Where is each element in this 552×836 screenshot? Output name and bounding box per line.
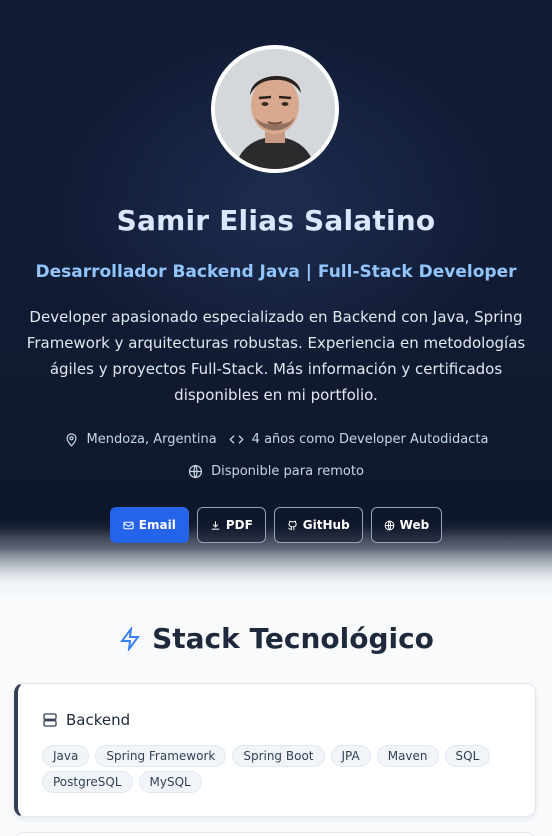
profile-bio: Developer apasionado especializado en Ba…	[26, 308, 526, 404]
map-pin-icon	[66, 433, 77, 447]
backend-tags: Java Spring Framework Spring Boot JPA Ma…	[42, 745, 512, 793]
globe-icon	[384, 519, 395, 531]
location-item: Mendoza, Argentina	[64, 432, 217, 447]
contact-buttons: Email PDF GitHub Web	[0, 507, 552, 543]
meta-row-1: Mendoza, Argentina 4 años como Developer…	[0, 432, 552, 447]
tag-jpa: JPA	[330, 745, 371, 767]
mail-icon	[123, 521, 134, 529]
email-button[interactable]: Email	[109, 507, 189, 543]
web-button[interactable]: Web	[370, 507, 443, 543]
profile-role: Desarrollador Backend Java | Full-Stack …	[35, 262, 517, 282]
tag-postgresql: PostgreSQL	[42, 771, 133, 793]
backend-card-header: Backend	[42, 711, 130, 729]
stack-section-title: Stack Tecnológico	[0, 622, 552, 655]
profile-name: Samir Elias Salatino	[116, 204, 436, 237]
github-button[interactable]: GitHub	[273, 507, 363, 543]
zap-icon	[120, 626, 141, 651]
email-button-label: Email	[138, 518, 176, 532]
experience-text: 4 años como Developer Autodidacta	[251, 432, 489, 447]
stack-title-text: Stack Tecnológico	[152, 622, 434, 655]
web-button-label: Web	[399, 518, 430, 532]
next-card-edge	[14, 832, 536, 836]
pdf-button-label: PDF	[225, 518, 253, 532]
code-icon	[229, 435, 244, 444]
tag-java: Java	[42, 745, 90, 767]
avatar	[211, 45, 339, 173]
avatar-photo	[215, 49, 335, 169]
github-button-label: GitHub	[302, 518, 350, 532]
availability-text: Disponible para remoto	[211, 464, 364, 479]
backend-card-title: Backend	[66, 711, 131, 729]
globe-icon	[189, 464, 203, 479]
backend-card: Backend Java Spring Framework Spring Boo…	[14, 683, 536, 817]
tag-mysql: MySQL	[138, 771, 202, 793]
location-text: Mendoza, Argentina	[86, 432, 217, 447]
tag-sql: SQL	[444, 745, 491, 767]
availability-item: Disponible para remoto	[188, 464, 364, 479]
github-icon	[288, 520, 297, 530]
experience-item: 4 años como Developer Autodidacta	[229, 432, 489, 447]
pdf-button[interactable]: PDF	[196, 507, 266, 543]
tag-spring-boot: Spring Boot	[232, 745, 325, 767]
meta-row-2: Disponible para remoto	[0, 464, 552, 479]
server-icon	[43, 713, 57, 727]
tag-maven: Maven	[376, 745, 439, 767]
download-icon	[211, 520, 219, 530]
tag-spring-framework: Spring Framework	[95, 745, 227, 767]
